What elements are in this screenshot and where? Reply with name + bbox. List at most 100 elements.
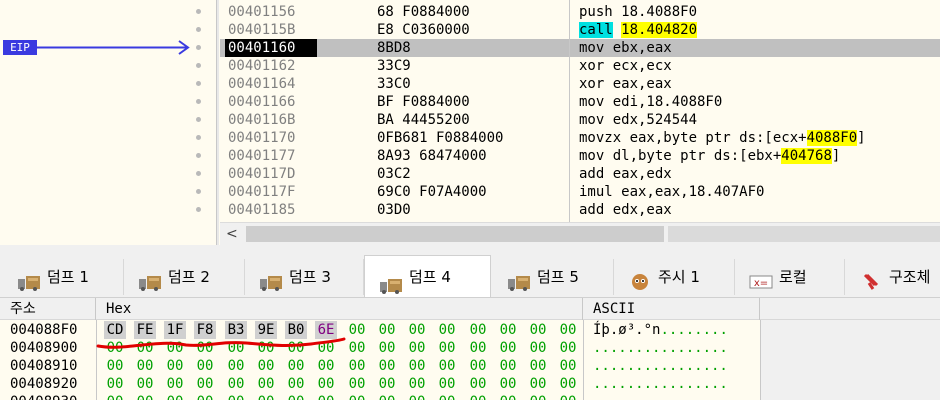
hex-byte[interactable]: 00	[527, 393, 549, 400]
hex-byte[interactable]: 00	[497, 357, 519, 375]
breakpoint-dot[interactable]	[196, 99, 201, 104]
hex-byte[interactable]: 00	[557, 375, 579, 393]
ascii-text[interactable]: ................	[593, 393, 728, 400]
scrollbar-thumb[interactable]	[246, 226, 664, 242]
hex-byte[interactable]: 00	[225, 393, 247, 400]
hex-byte[interactable]: 00	[346, 393, 368, 400]
breakpoint-dot[interactable]	[196, 153, 201, 158]
hex-byte[interactable]: 00	[497, 339, 519, 357]
ascii-column-header[interactable]: ASCII	[583, 298, 760, 320]
dump-row[interactable]: 00408910 00 00 00 00 00 00 00 00 00 00 00 00 00 00 00 00…	[0, 357, 760, 375]
hex-byte[interactable]: 00	[346, 339, 368, 357]
hex-byte[interactable]: 00	[376, 393, 398, 400]
hex-byte[interactable]: 00	[467, 393, 489, 400]
breakpoint-dot[interactable]	[196, 81, 201, 86]
hex-byte[interactable]: 00	[315, 375, 337, 393]
hex-byte[interactable]: 00	[346, 321, 368, 339]
dump-rows[interactable]: 004088F0 CD FE 1F F8 B3 9E B0 6E 00 00 00 00 00 00 00 00…	[0, 320, 760, 400]
hex-byte[interactable]: 00	[557, 393, 579, 400]
hex-byte[interactable]: 00	[376, 375, 398, 393]
hex-byte[interactable]: 00	[557, 357, 579, 375]
instruction-row[interactable]: 0040116B BA 44455200 mov edx,524544	[220, 111, 940, 129]
instruction-row[interactable]: 0040117D 03C2 add eax,edx	[220, 165, 940, 183]
hex-byte[interactable]: 00	[315, 357, 337, 375]
hex-byte[interactable]: 00	[467, 321, 489, 339]
instruction-row[interactable]: 0040115B E8 C0360000 call 18.404820	[220, 21, 940, 39]
hex-byte[interactable]: 00	[194, 357, 216, 375]
hex-byte[interactable]: 00	[285, 357, 307, 375]
tab-6[interactable]: 주시 1	[614, 259, 735, 295]
hex-byte[interactable]: 00	[134, 375, 156, 393]
hex-byte[interactable]: 00	[225, 357, 247, 375]
hex-byte[interactable]: 00	[194, 393, 216, 400]
breakpoint-dot[interactable]	[196, 135, 201, 140]
hex-byte[interactable]: 00	[467, 357, 489, 375]
hex-byte[interactable]: 00	[255, 357, 277, 375]
breakpoint-dot[interactable]	[196, 171, 201, 176]
hex-byte[interactable]: 00	[436, 357, 458, 375]
hex-byte[interactable]: 00	[225, 375, 247, 393]
instruction-row[interactable]: 0040117F 69C0 F07A4000 imul eax,eax,18.407…	[220, 183, 940, 201]
ascii-text[interactable]: ................	[593, 357, 728, 375]
hex-byte[interactable]: 00	[557, 339, 579, 357]
hex-byte[interactable]: 00	[527, 375, 549, 393]
instruction-row[interactable]: 00401177 8A93 68474000 mov dl,byte ptr ds:…	[220, 147, 940, 165]
hex-byte[interactable]: 00	[285, 375, 307, 393]
dump-row[interactable]: 00408920 00 00 00 00 00 00 00 00 00 00 00 00 00 00 00 00…	[0, 375, 760, 393]
hex-byte[interactable]: 00	[376, 339, 398, 357]
instruction-row[interactable]: 00401156 68 F0884000 push 18.4088F0	[220, 3, 940, 21]
hex-byte[interactable]: 00	[164, 375, 186, 393]
hex-byte[interactable]: 00	[436, 393, 458, 400]
hex-byte[interactable]: 00	[436, 321, 458, 339]
hex-byte[interactable]: 00	[285, 393, 307, 400]
hex-byte[interactable]: 00	[406, 393, 428, 400]
breakpoint-dot[interactable]	[196, 117, 201, 122]
hex-byte[interactable]: 00	[527, 321, 549, 339]
hex-byte[interactable]: 00	[164, 393, 186, 400]
gutter-separator[interactable]	[216, 0, 219, 245]
hex-byte[interactable]: 00	[527, 339, 549, 357]
hex-byte[interactable]: 00	[497, 393, 519, 400]
breakpoint-dot[interactable]	[196, 27, 201, 32]
hex-byte[interactable]: 00	[376, 357, 398, 375]
hex-byte[interactable]: 00	[557, 321, 579, 339]
dump-row[interactable]: 00408930 00 00 00 00 00 00 00 00 00 00 00 00 00 00 00 00…	[0, 393, 760, 400]
breakpoint-dot[interactable]	[196, 9, 201, 14]
column-separator[interactable]	[569, 0, 570, 222]
hex-byte[interactable]: 00	[134, 393, 156, 400]
hex-column-header[interactable]: Hex	[96, 298, 583, 320]
scrollbar-track[interactable]	[668, 226, 940, 242]
hex-byte[interactable]: 00	[315, 393, 337, 400]
hex-byte[interactable]: 00	[406, 357, 428, 375]
breakpoint-dot[interactable]	[196, 45, 201, 50]
ascii-text[interactable]: ................	[593, 339, 728, 357]
instruction-row[interactable]: 00401170 0FB681 F0884000 movzx eax,byte pt…	[220, 129, 940, 147]
hex-byte[interactable]: 00	[255, 375, 277, 393]
hex-byte[interactable]: 00	[527, 357, 549, 375]
hex-byte[interactable]: 00	[255, 393, 277, 400]
ascii-text[interactable]: ................	[593, 375, 728, 393]
hex-byte[interactable]: 00	[104, 375, 126, 393]
hex-byte[interactable]: 00	[406, 375, 428, 393]
hex-byte[interactable]: 00	[346, 357, 368, 375]
tab-1[interactable]: 덤프 1	[3, 259, 124, 295]
hex-byte[interactable]: 00	[467, 375, 489, 393]
hex-byte[interactable]: 00	[134, 357, 156, 375]
hex-byte[interactable]: 00	[497, 375, 519, 393]
hex-byte[interactable]: 00	[467, 339, 489, 357]
instruction-row[interactable]: 00401185 03D0 add edx,eax	[220, 201, 940, 219]
breakpoint-dot[interactable]	[196, 189, 201, 194]
hex-byte[interactable]: 00	[406, 321, 428, 339]
tab-5[interactable]: 덤프 5	[493, 259, 614, 295]
disassembly-pane[interactable]: EIP 00401156 68 F0884000 push 18.4088F0 004…	[0, 0, 940, 245]
instruction-row[interactable]: 00401162 33C9 xor ecx,ecx	[220, 57, 940, 75]
hex-byte[interactable]: 00	[346, 375, 368, 393]
hex-byte[interactable]: 00	[406, 339, 428, 357]
tab-3[interactable]: 덤프 3	[245, 259, 364, 295]
ascii-text[interactable]: Íþ.ø³.°n........	[593, 321, 728, 339]
tab-8[interactable]: 구조체	[845, 259, 940, 295]
horizontal-scrollbar[interactable]: <	[220, 222, 940, 245]
tab-2[interactable]: 덤프 2	[124, 259, 245, 295]
hex-byte[interactable]: 00	[376, 321, 398, 339]
instruction-row[interactable]: 00401166 BF F0884000 mov edi,18.4088F0	[220, 93, 940, 111]
